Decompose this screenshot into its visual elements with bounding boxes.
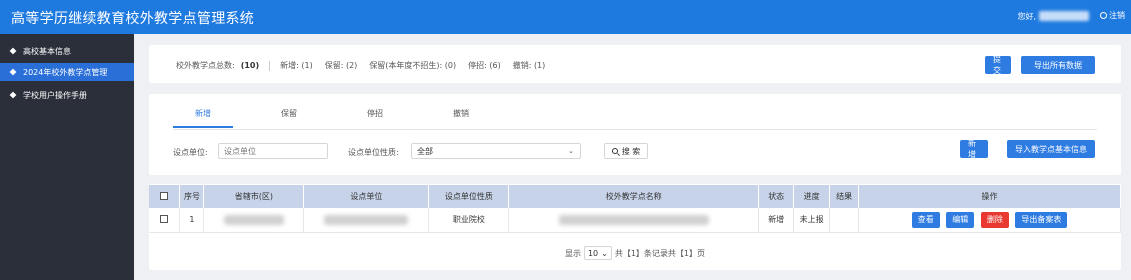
select-all-checkbox[interactable] bbox=[160, 191, 169, 200]
search-label: 搜 索 bbox=[621, 146, 641, 156]
delete-button[interactable]: 删除 bbox=[980, 211, 1009, 228]
export-all-button[interactable]: 导出所有数据 bbox=[1021, 56, 1095, 74]
nature-select-value: 全部 bbox=[417, 146, 433, 156]
col-progress: 进度 bbox=[793, 185, 831, 208]
view-button[interactable]: 查看 bbox=[911, 211, 940, 228]
tab-revoked[interactable]: 撤销 bbox=[431, 108, 491, 128]
sidebar-item-label: 学校用户操作手册 bbox=[23, 90, 87, 100]
username-redacted bbox=[1039, 11, 1089, 21]
divider bbox=[269, 60, 271, 71]
logout-label: 注销 bbox=[1109, 11, 1125, 20]
tab-underline bbox=[173, 129, 1097, 130]
keep-no-enroll-count: 保留(本年度不招生): (0) bbox=[369, 61, 457, 70]
layers-icon bbox=[10, 69, 17, 76]
row-city-redacted bbox=[203, 208, 305, 233]
tab-paused[interactable]: 停招 bbox=[345, 108, 405, 128]
new-count: 新增: (1) bbox=[280, 61, 313, 70]
revoked-count: 撤销: (1) bbox=[512, 61, 546, 70]
page-size-select[interactable]: 10 ⌄ bbox=[583, 246, 612, 260]
col-unit: 设点单位 bbox=[303, 185, 430, 208]
add-button[interactable]: 新增 bbox=[960, 139, 988, 159]
filter-card: 新增 保留 停招 撤销 设点单位: 设点单位性质: 全部 ⌄ 搜 索 新增 导入… bbox=[149, 94, 1121, 175]
sidebar-item-site-management[interactable]: 2024年校外教学点管理 bbox=[0, 63, 134, 81]
greeting-text: 您好, bbox=[1017, 12, 1036, 21]
sidebar-item-label: 高校基本信息 bbox=[23, 46, 71, 56]
page-size-value: 10 bbox=[587, 248, 599, 258]
row-progress: 未上报 bbox=[793, 208, 831, 233]
edit-button[interactable]: 编辑 bbox=[946, 211, 975, 228]
row-site-name-redacted bbox=[508, 208, 760, 233]
col-index: 序号 bbox=[179, 185, 205, 208]
logout-link[interactable]: 注销 bbox=[1100, 10, 1125, 21]
select-all-header[interactable] bbox=[149, 185, 181, 208]
row-index: 1 bbox=[179, 208, 205, 233]
row-nature: 职业院校 bbox=[428, 208, 510, 233]
app-title: 高等学历继续教育校外教学点管理系统 bbox=[11, 11, 255, 27]
tab-keep[interactable]: 保留 bbox=[259, 108, 319, 128]
table-card: 序号 省辖市(区) 设点单位 设点单位性质 校外教学点名称 状态 进度 结果 操… bbox=[149, 184, 1121, 270]
chevron-down-icon: ⌄ bbox=[568, 147, 574, 155]
row-result bbox=[829, 208, 860, 233]
pager-summary: 共【1】条记录共【1】页 bbox=[614, 248, 706, 258]
row-checkbox[interactable] bbox=[160, 214, 169, 223]
row-unit-redacted bbox=[303, 208, 430, 233]
pager-show-label: 显示 bbox=[564, 248, 581, 258]
sites-table: 序号 省辖市(区) 设点单位 设点单位性质 校外教学点名称 状态 进度 结果 操… bbox=[149, 185, 1121, 233]
unit-label: 设点单位: bbox=[173, 148, 208, 157]
tab-bar: 新增 保留 停招 撤销 bbox=[173, 108, 491, 128]
col-result: 结果 bbox=[829, 185, 860, 208]
total-value: (10) bbox=[240, 61, 260, 70]
submit-button[interactable]: 提交 bbox=[985, 55, 1011, 75]
chevron-down-icon: ⌄ bbox=[601, 248, 608, 258]
unit-input[interactable] bbox=[218, 143, 328, 159]
layers-icon bbox=[10, 48, 17, 55]
row-status: 新增 bbox=[758, 208, 795, 233]
import-button[interactable]: 导入教学点基本信息 bbox=[1007, 140, 1095, 158]
power-icon bbox=[1100, 12, 1107, 19]
table-row: 1 职业院校 新增 未上报 查看 编辑 删除 导出备案表 bbox=[149, 208, 1121, 233]
row-actions: 查看 编辑 删除 导出备案表 bbox=[858, 208, 1121, 233]
nature-label: 设点单位性质: bbox=[348, 148, 399, 157]
pagination: 显示 10 ⌄ 共【1】条记录共【1】页 bbox=[149, 246, 1121, 260]
sidebar: 高校基本信息 2024年校外教学点管理 学校用户操作手册 bbox=[0, 34, 134, 280]
summary-card: 校外教学点总数: (10) 新增: (1) 保留: (2) 保留(本年度不招生)… bbox=[149, 45, 1121, 83]
sidebar-item-label: 2024年校外教学点管理 bbox=[23, 67, 108, 77]
sidebar-item-school-info[interactable]: 高校基本信息 bbox=[0, 42, 134, 60]
col-city: 省辖市(区) bbox=[203, 185, 305, 208]
export-form-button[interactable]: 导出备案表 bbox=[1015, 211, 1068, 228]
top-header: 高等学历继续教育校外教学点管理系统 您好, 注销 bbox=[0, 0, 1131, 34]
nature-select[interactable]: 全部 ⌄ bbox=[411, 143, 581, 159]
col-status: 状态 bbox=[758, 185, 795, 208]
col-nature: 设点单位性质 bbox=[428, 185, 510, 208]
total-label: 校外教学点总数: bbox=[176, 61, 235, 70]
tab-new[interactable]: 新增 bbox=[173, 108, 233, 128]
layers-icon bbox=[10, 92, 17, 99]
col-site-name: 校外教学点名称 bbox=[508, 185, 760, 208]
col-actions: 操作 bbox=[858, 185, 1121, 208]
keep-count: 保留: (2) bbox=[324, 61, 358, 70]
sidebar-item-user-manual[interactable]: 学校用户操作手册 bbox=[0, 86, 134, 104]
table-header-row: 序号 省辖市(区) 设点单位 设点单位性质 校外教学点名称 状态 进度 结果 操… bbox=[149, 185, 1121, 208]
row-checkbox-cell[interactable] bbox=[149, 208, 181, 233]
search-button[interactable]: 搜 索 bbox=[604, 143, 648, 159]
paused-count: 停招: (6) bbox=[468, 61, 501, 70]
summary-line: 校外教学点总数: (10) 新增: (1) 保留: (2) 保留(本年度不招生)… bbox=[176, 60, 545, 71]
search-icon bbox=[611, 148, 618, 154]
